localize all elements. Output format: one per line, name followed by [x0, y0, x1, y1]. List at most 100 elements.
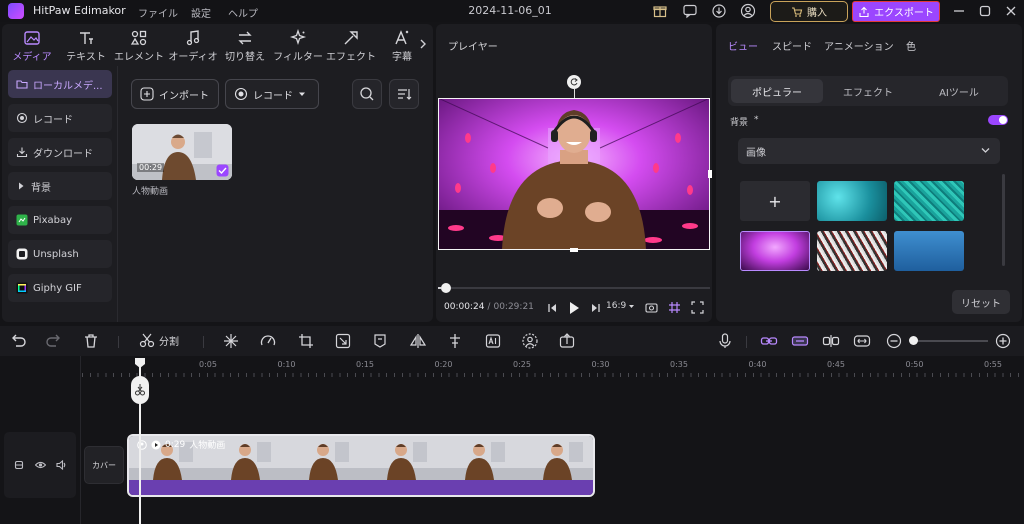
- ai-icon[interactable]: [484, 332, 502, 350]
- video-preview[interactable]: [438, 98, 710, 250]
- split-button[interactable]: 分割: [139, 332, 179, 348]
- rotate-handle[interactable]: [567, 75, 581, 89]
- export-clip-icon[interactable]: [558, 332, 576, 350]
- tab-view[interactable]: ビュー: [728, 38, 758, 53]
- tab-filters[interactable]: フィルター: [270, 27, 326, 63]
- properties-scrollbar[interactable]: [1002, 174, 1005, 266]
- background-type-select[interactable]: 画像: [738, 138, 1000, 164]
- sidebar-item-local-media[interactable]: ローカルメデ...: [8, 70, 112, 98]
- prev-frame-icon[interactable]: [546, 302, 558, 314]
- export-button[interactable]: エクスポート: [852, 1, 940, 22]
- background-tile-pool[interactable]: [894, 181, 964, 221]
- split-clip-icon[interactable]: [822, 332, 840, 350]
- zoom-slider[interactable]: [912, 340, 988, 342]
- fit-timeline-icon[interactable]: [853, 332, 871, 350]
- portrait-cutout-icon[interactable]: [521, 332, 539, 350]
- mirror-icon[interactable]: [409, 332, 427, 350]
- download-icon[interactable]: [711, 3, 727, 19]
- undo-icon[interactable]: [9, 332, 27, 350]
- tab-media[interactable]: メディア: [6, 27, 58, 63]
- menu-settings[interactable]: 設定: [191, 5, 211, 20]
- account-icon[interactable]: [740, 3, 756, 19]
- tab-filters-label: フィルター: [273, 52, 323, 63]
- close-icon[interactable]: [1003, 3, 1019, 19]
- tab-color[interactable]: 色: [906, 38, 916, 53]
- snapshot-icon[interactable]: [645, 301, 658, 314]
- minimize-icon[interactable]: [951, 3, 967, 19]
- chevron-right-icon[interactable]: [418, 38, 428, 50]
- resize-icon[interactable]: [334, 332, 352, 350]
- background-toggle[interactable]: [988, 115, 1008, 125]
- sidebar-item-unsplash[interactable]: Unsplash: [8, 240, 112, 268]
- grid-icon[interactable]: [668, 301, 681, 314]
- video-clip[interactable]: 0:29 人物動画: [127, 434, 595, 497]
- tab-animation[interactable]: アニメーション: [824, 38, 894, 53]
- export-icon: [858, 6, 870, 18]
- crop-icon[interactable]: [297, 332, 315, 350]
- background-tile-neon-tunnel[interactable]: [740, 231, 810, 271]
- sidebar-item-label: Unsplash: [33, 248, 79, 260]
- mask-icon[interactable]: [371, 332, 389, 350]
- zoom-slider-knob[interactable]: [909, 336, 918, 345]
- next-frame-icon[interactable]: [590, 302, 602, 314]
- menu-file[interactable]: ファイル: [138, 5, 178, 20]
- microphone-icon[interactable]: [716, 332, 734, 350]
- link-icon[interactable]: [760, 332, 778, 350]
- buy-button[interactable]: 購入: [770, 1, 848, 22]
- sidebar-item-pixabay[interactable]: Pixabay: [8, 206, 112, 234]
- gift-icon[interactable]: [652, 3, 668, 19]
- ruler-tick-label: 0:45: [827, 360, 845, 369]
- playback-knob[interactable]: [440, 283, 451, 293]
- tab-text-label: テキスト: [66, 52, 106, 63]
- subtab-ai-tools[interactable]: AIツール: [913, 79, 1005, 103]
- menu-help[interactable]: ヘルプ: [228, 5, 258, 20]
- freeze-icon[interactable]: [222, 332, 240, 350]
- track-visibility-icon[interactable]: [35, 460, 46, 470]
- fullscreen-icon[interactable]: [691, 301, 704, 314]
- import-button[interactable]: インポート: [131, 79, 219, 109]
- tab-subtitles[interactable]: 字幕: [382, 27, 422, 63]
- redo-icon[interactable]: [45, 332, 63, 350]
- subtab-popular[interactable]: ポピュラー: [731, 79, 823, 103]
- zoom-out-icon[interactable]: [885, 332, 903, 350]
- cover-button[interactable]: カバー: [84, 446, 124, 484]
- tab-transitions[interactable]: 切り替え: [220, 27, 270, 63]
- sidebar-item-record[interactable]: レコード: [8, 104, 112, 132]
- align-icon[interactable]: [446, 332, 464, 350]
- media-thumbnail[interactable]: 00:29: [132, 124, 232, 180]
- feedback-icon[interactable]: [682, 3, 698, 19]
- tab-audio[interactable]: オーディオ: [166, 27, 220, 63]
- search-button[interactable]: [352, 79, 382, 109]
- sort-button[interactable]: [389, 79, 419, 109]
- tab-speed[interactable]: スピード: [772, 38, 812, 53]
- sidebar-item-download[interactable]: ダウンロード: [8, 138, 112, 166]
- resize-handle-right[interactable]: [708, 170, 712, 178]
- maximize-icon[interactable]: [977, 3, 993, 19]
- sidebar-item-giphy[interactable]: Giphy GIF: [8, 274, 112, 302]
- tab-effects[interactable]: エフェクト: [324, 27, 378, 63]
- track-audio-icon[interactable]: [56, 460, 67, 470]
- clip-name: 人物動画: [189, 441, 226, 451]
- checkbox-checked-icon[interactable]: [216, 164, 229, 177]
- playback-track[interactable]: [438, 287, 710, 289]
- tab-text[interactable]: テキスト: [60, 27, 112, 63]
- zoom-in-icon[interactable]: [994, 332, 1012, 350]
- clip-label: 0:29 人物動画: [137, 438, 225, 451]
- background-tile-confetti[interactable]: [817, 231, 887, 271]
- track-magnet-icon[interactable]: [791, 332, 809, 350]
- background-tile-water[interactable]: [817, 181, 887, 221]
- reset-button[interactable]: リセット: [952, 290, 1010, 314]
- subtab-effect[interactable]: エフェクト: [822, 79, 914, 103]
- background-tile-blue[interactable]: [894, 231, 964, 271]
- play-icon[interactable]: [568, 301, 580, 315]
- add-background-button[interactable]: +: [740, 181, 810, 221]
- track-lock-icon[interactable]: [14, 460, 24, 470]
- speed-icon[interactable]: [259, 332, 277, 350]
- delete-icon[interactable]: [82, 332, 100, 350]
- playhead-split-button[interactable]: [131, 376, 149, 404]
- record-dropdown[interactable]: レコード: [225, 79, 319, 109]
- sidebar-item-background[interactable]: 背景: [8, 172, 112, 200]
- resize-handle-bottom[interactable]: [570, 248, 578, 252]
- aspect-ratio-dropdown[interactable]: 16:9: [606, 301, 635, 311]
- tab-elements[interactable]: エレメント: [112, 27, 166, 63]
